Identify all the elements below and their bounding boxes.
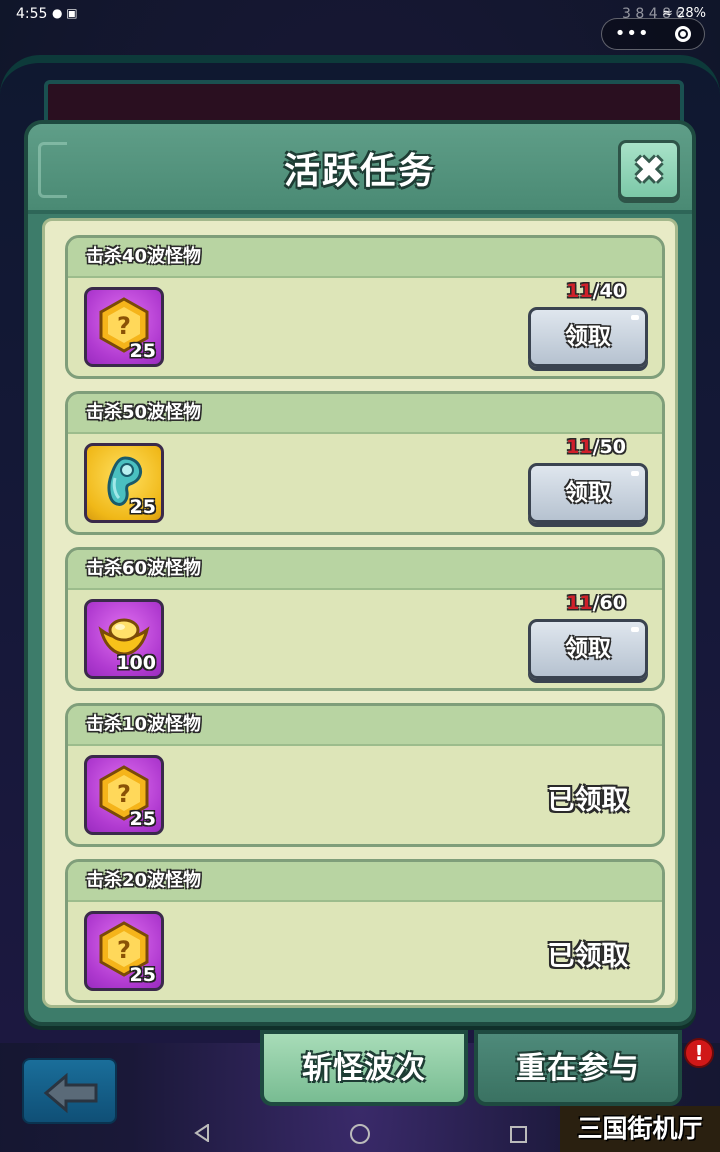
reward-item[interactable]: 100 xyxy=(84,599,164,679)
task-card: 击杀20波怪物 ? 25 已领取 xyxy=(65,859,665,1003)
tab-participation[interactable]: 重在参与 xyxy=(474,1030,682,1106)
progress-total: /50 xyxy=(592,436,626,458)
task-card: 击杀40波怪物 ? 25 11/40 领取 xyxy=(65,235,665,379)
svg-text:?: ? xyxy=(117,780,131,808)
reward-quantity: 100 xyxy=(116,652,156,674)
task-progress: 11/50 xyxy=(566,436,626,458)
close-icon: ✖ xyxy=(633,148,665,192)
reward-item[interactable]: ? 25 xyxy=(84,911,164,991)
tab-wave-kills[interactable]: 斩怪波次 xyxy=(260,1030,468,1106)
nav-recents-icon[interactable] xyxy=(510,1126,527,1143)
reward-item[interactable]: 25 xyxy=(84,443,164,523)
progress-total: /40 xyxy=(592,280,626,302)
svg-text:?: ? xyxy=(117,936,131,964)
watermark-logo: 三国街机厅 xyxy=(560,1106,720,1152)
task-title: 击杀50波怪物 xyxy=(68,394,662,434)
task-card: 击杀50波怪物 25 11/50 领取 xyxy=(65,391,665,535)
task-list[interactable]: 击杀40波怪物 ? 25 11/40 领取 击杀50波怪物 25 11/50 领… xyxy=(42,218,678,1008)
progress-total: /60 xyxy=(592,592,626,614)
reward-quantity: 25 xyxy=(129,964,156,986)
claim-button[interactable]: 领取 xyxy=(528,463,648,523)
dialog-title: 活跃任务 xyxy=(283,151,436,192)
task-title: 击杀20波怪物 xyxy=(68,862,662,902)
claim-button[interactable]: 领取 xyxy=(528,307,648,367)
mini-program-capsule: ••• xyxy=(601,18,705,50)
claimed-status: 已领取 xyxy=(547,785,629,816)
reward-quantity: 25 xyxy=(129,340,156,362)
task-title: 击杀60波怪物 xyxy=(68,550,662,590)
task-title: 击杀10波怪物 xyxy=(68,706,662,746)
reward-quantity: 25 xyxy=(129,496,156,518)
progress-current: 11 xyxy=(566,592,593,614)
notification-icons: ● ▣ xyxy=(52,6,78,20)
nav-back-icon[interactable] xyxy=(194,1124,210,1142)
nav-home-icon[interactable] xyxy=(350,1124,370,1144)
active-tasks-dialog: 活跃任务 ✖ 击杀40波怪物 ? 25 11/40 领取 击杀50波怪物 25 … xyxy=(24,120,696,1026)
status-time: 4:55 xyxy=(16,6,48,22)
reward-item[interactable]: ? 25 xyxy=(84,287,164,367)
dialog-header: 活跃任务 ✖ xyxy=(28,124,692,214)
claim-button[interactable]: 领取 xyxy=(528,619,648,679)
system-navigation-bar xyxy=(0,1112,560,1152)
alert-badge: ! xyxy=(684,1038,714,1068)
task-card: 击杀10波怪物 ? 25 已领取 xyxy=(65,703,665,847)
task-title: 击杀40波怪物 xyxy=(68,238,662,278)
reward-quantity: 25 xyxy=(129,808,156,830)
exit-target-icon[interactable] xyxy=(675,26,692,42)
progress-current: 11 xyxy=(566,436,593,458)
svg-text:?: ? xyxy=(117,312,131,340)
task-progress: 11/60 xyxy=(566,592,626,614)
reward-item[interactable]: ? 25 xyxy=(84,755,164,835)
task-card: 击杀60波怪物 100 11/60 领取 xyxy=(65,547,665,691)
progress-current: 11 xyxy=(566,280,593,302)
task-progress: 11/40 xyxy=(566,280,626,302)
more-options-icon[interactable]: ••• xyxy=(615,25,650,43)
close-button[interactable]: ✖ xyxy=(618,140,680,200)
back-arrow-icon xyxy=(43,1072,98,1114)
claimed-status: 已领取 xyxy=(547,941,629,972)
